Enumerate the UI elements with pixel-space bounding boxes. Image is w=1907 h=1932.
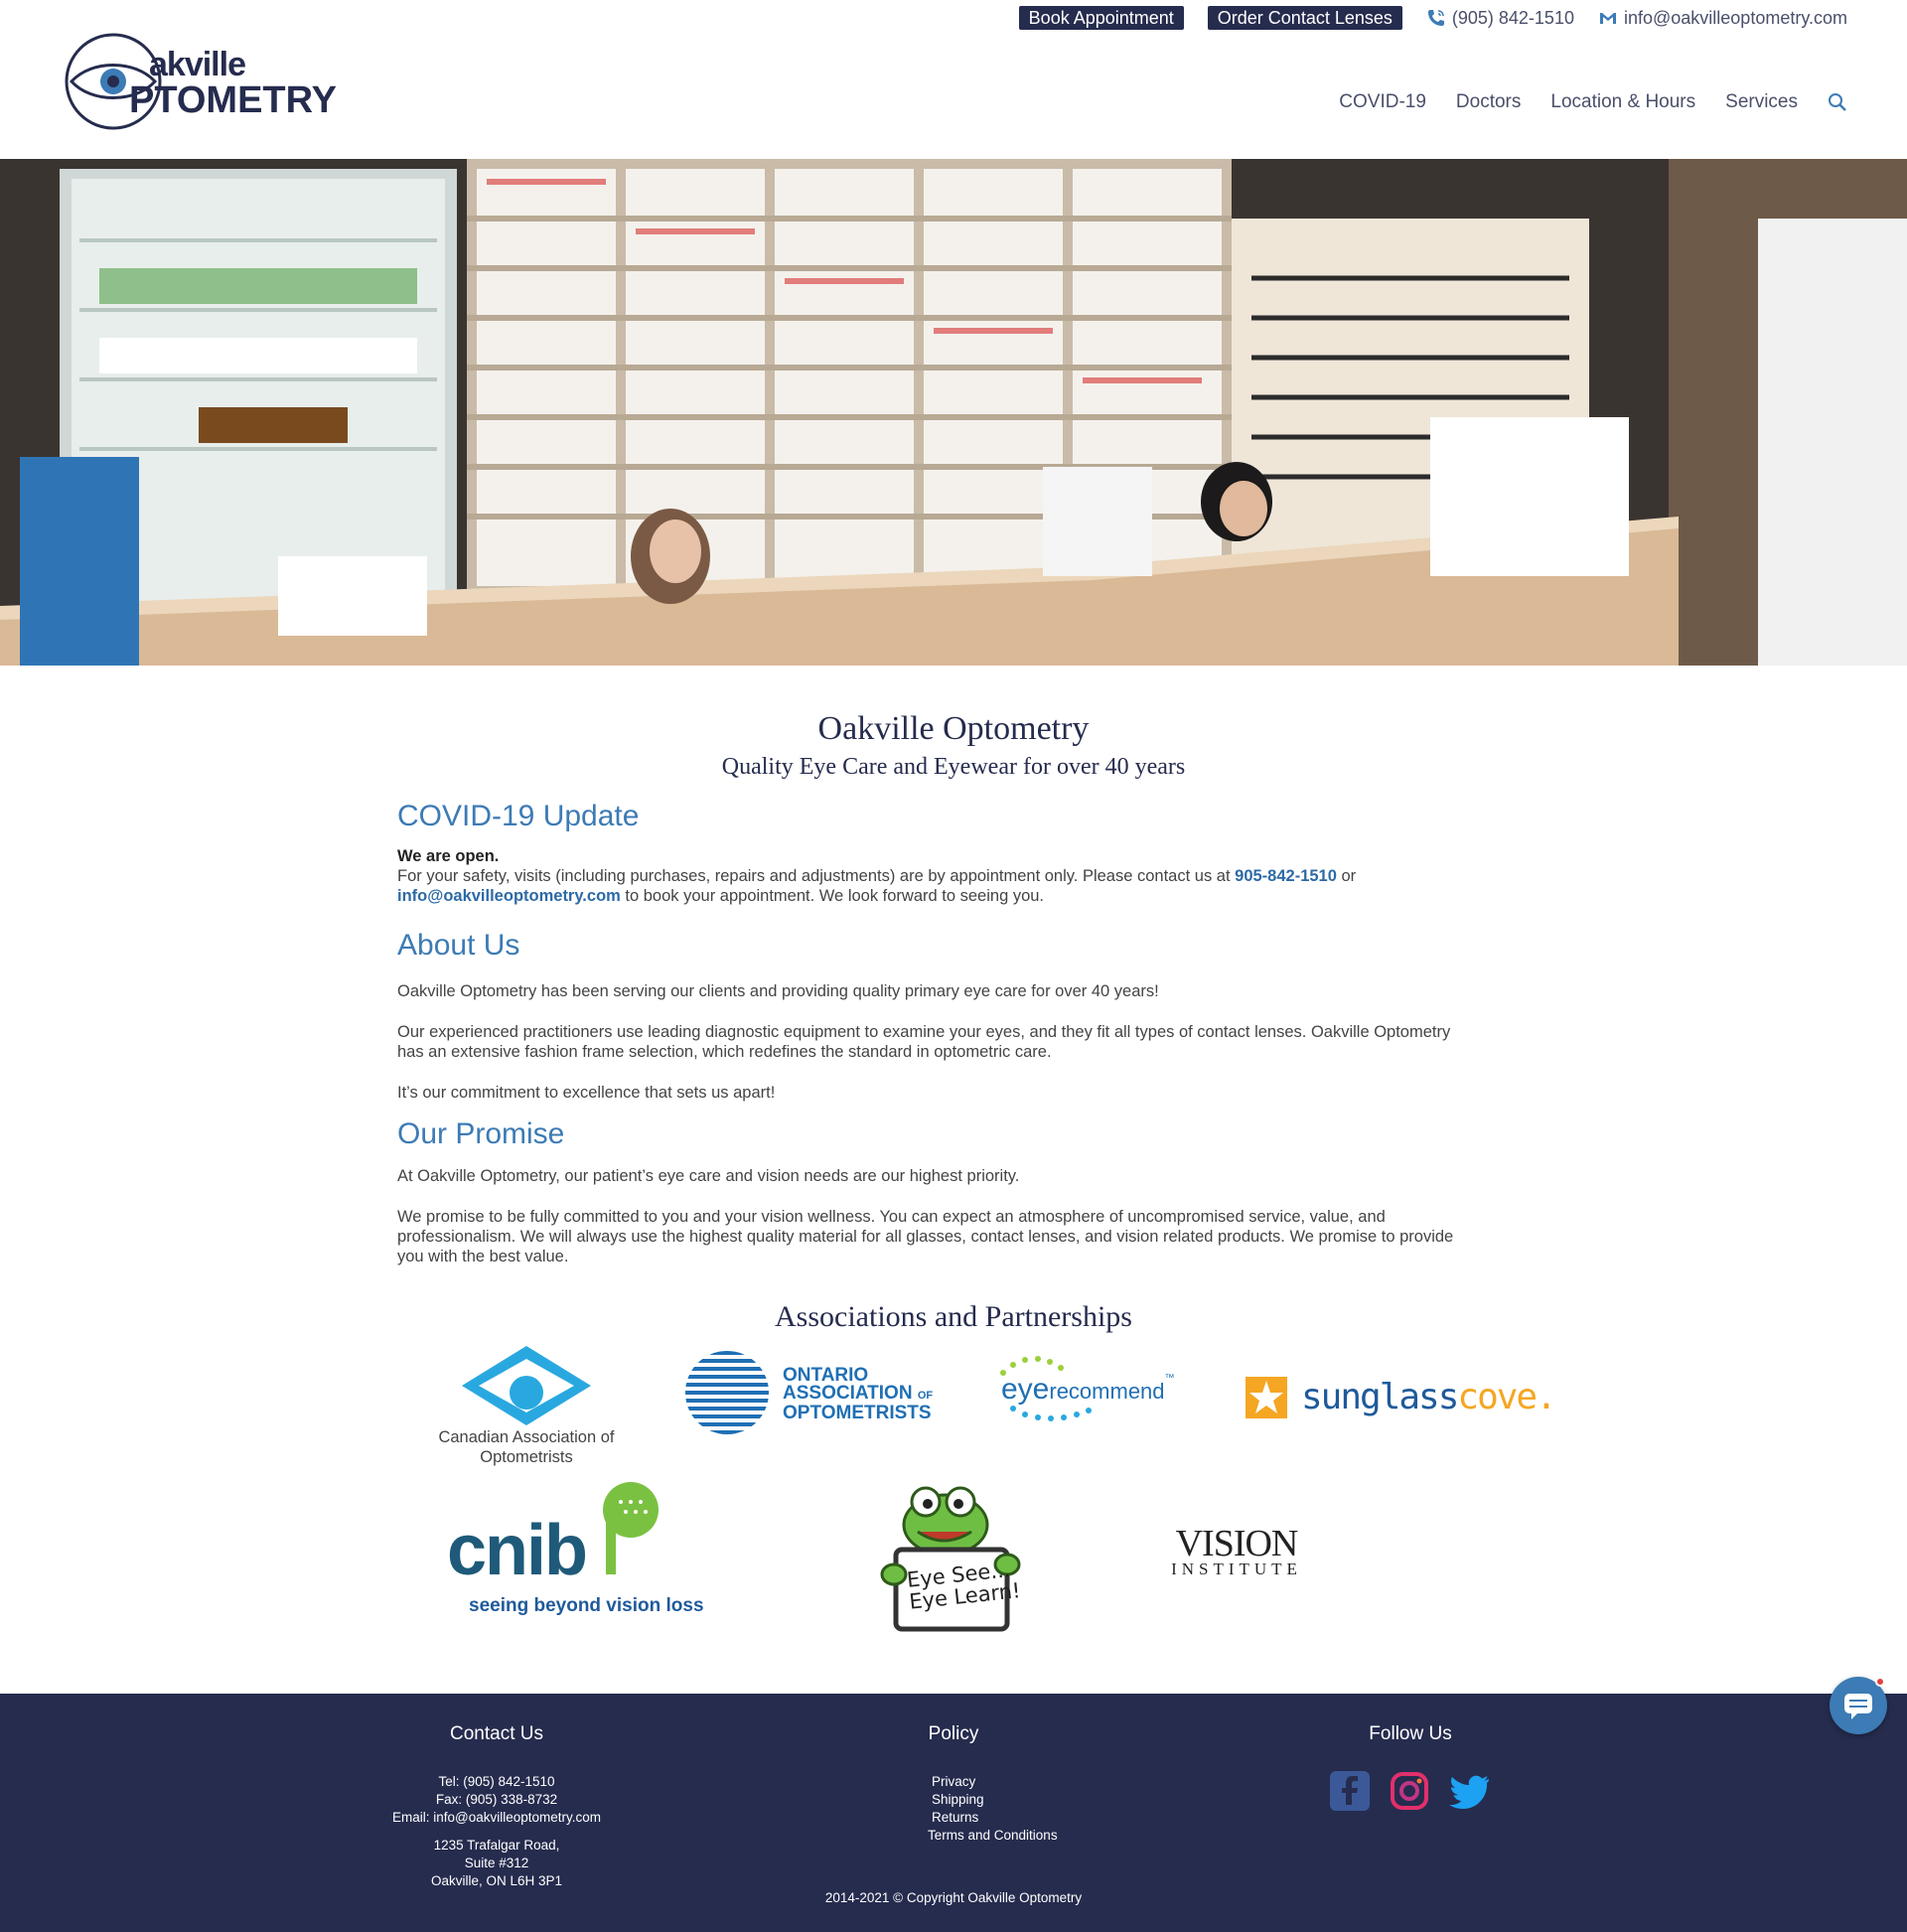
eye-logo-icon (462, 1346, 591, 1425)
star-icon (1246, 1377, 1287, 1418)
institute-text: INSTITUTE (1171, 1560, 1302, 1578)
footer-policy-heading: Policy (928, 1723, 979, 1744)
logo-wordmark: akville PTOMETRY (129, 48, 337, 119)
page-title: Oakville Optometry (817, 710, 1090, 747)
logo-line2: PTOMETRY (129, 79, 338, 121)
vision-institute-logo[interactable]: VISION INSTITUTE (1152, 1523, 1321, 1585)
footer-addr3: Oakville, ON L6H 3P1 (430, 1873, 563, 1888)
promise-p1: At Oakville Optometry, our patient’s eye… (397, 1167, 1020, 1185)
associations-heading: Associations and Partnerships (775, 1300, 1132, 1333)
eyerecommend-tm: ™ (1164, 1373, 1175, 1384)
footer-tel[interactable]: Tel: (905) 842-1510 (377, 1773, 616, 1791)
oao-line3: OPTOMETRISTS (783, 1403, 932, 1423)
nav-item-location-hours[interactable]: Location & Hours (1550, 91, 1695, 113)
cao-line1: Canadian Association of (438, 1428, 615, 1446)
covid-text-b: or (1336, 867, 1357, 885)
copyright-text: 2014-2021 © Copyright Oakville Optometry (824, 1890, 1083, 1905)
footer-email[interactable]: Email: info@oakvilleoptometry.com (377, 1809, 616, 1827)
covid-text: We are open. For your safety, visits (in… (397, 846, 1470, 906)
eye-logo-icon: akville PTOMETRY (64, 32, 337, 131)
covid-heading: COVID-19 Update (397, 800, 640, 832)
covid-text-a: For your safety, visits (including purch… (397, 867, 1236, 885)
cnib-logo[interactable]: cnib seeing beyond vision loss (447, 1480, 705, 1629)
cao-logo[interactable]: Canadian Association of Optometrists (427, 1341, 626, 1467)
covid-text-c: to book your appointment. We look forwar… (620, 887, 1045, 905)
eyerecommend-eye: eye (1001, 1373, 1050, 1406)
search-icon[interactable] (1828, 92, 1847, 112)
mail-icon (1599, 13, 1616, 24)
email-text: info@oakvilleoptometry.com (1623, 7, 1847, 28)
footer-addr1: 1235 Trafalgar Road, (433, 1838, 560, 1853)
footer-policy: Policy Privacy Shipping Returns Terms an… (874, 1723, 1058, 1845)
policy-link-returns[interactable]: Returns (932, 1809, 1033, 1827)
footer-follow: Follow Us (1311, 1723, 1510, 1811)
partner-logos-row-2: cnib seeing beyond vision loss Eye See..… (0, 1480, 1907, 1649)
cao-line2: Optometrists (480, 1448, 573, 1466)
covid-phone-link[interactable]: 905-842-1510 (1235, 867, 1337, 885)
footer-contact-heading: Contact Us (450, 1723, 543, 1744)
promise-p2: We promise to be fully committed to you … (397, 1208, 1454, 1265)
content-column: COVID-19 Update We are open. For your sa… (397, 799, 1470, 1266)
about-p1: Oakville Optometry has been serving our … (397, 982, 1159, 1000)
chat-widget-button[interactable] (1830, 1677, 1887, 1734)
about-p2: Our experienced practitioners use leadin… (397, 1023, 1451, 1061)
policy-link-privacy[interactable]: Privacy (932, 1773, 1033, 1791)
promise-heading: Our Promise (397, 1117, 565, 1150)
nav-item-services[interactable]: Services (1725, 91, 1798, 113)
phone-icon (1427, 10, 1444, 26)
utility-bar: Book Appointment Order Contact Lenses (9… (1018, 6, 1847, 30)
main-nav: COVID-19 Doctors Location & Hours Servic… (1339, 91, 1847, 113)
footer-contact: Contact Us Tel: (905) 842-1510 Fax: (905… (377, 1723, 616, 1890)
partner-logos-row-1: Canadian Association of Optometrists ONT… (0, 1341, 1907, 1470)
vision-text: VISION (1175, 1523, 1299, 1564)
sunglass-cove-logo[interactable]: sunglasscove. (1244, 1375, 1557, 1424)
nav-item-doctors[interactable]: Doctors (1456, 91, 1521, 113)
site-header: Book Appointment Order Contact Lenses (9… (0, 0, 1907, 159)
twitter-icon[interactable] (1449, 1771, 1491, 1811)
policy-link-terms[interactable]: Terms and Conditions (928, 1827, 1058, 1845)
footer-addr2: Suite #312 (464, 1856, 529, 1870)
chat-notification-dot (1875, 1677, 1885, 1687)
oao-logo[interactable]: ONTARIO ASSOCIATION OF OPTOMETRISTS (683, 1349, 942, 1448)
eyerecommend-logo[interactable]: eyerecommend™ (983, 1351, 1212, 1430)
about-heading: About Us (397, 929, 520, 962)
phone-link[interactable]: (905) 842-1510 (1426, 8, 1574, 29)
cnib-tagline: seeing beyond vision loss (469, 1595, 704, 1616)
footer-fax: Fax: (905) 338-8732 (435, 1792, 558, 1807)
main-content: Oakville Optometry Quality Eye Care and … (0, 666, 1907, 1632)
oao-of: OF (917, 1390, 934, 1402)
site-footer: Contact Us Tel: (905) 842-1510 Fax: (905… (0, 1694, 1907, 1932)
eye-see-eye-learn-logo[interactable]: Eye See... Eye Learn! (876, 1480, 1035, 1639)
oao-line2: ASSOCIATION (783, 1383, 913, 1404)
policy-link-shipping[interactable]: Shipping (932, 1791, 1033, 1809)
cnib-wordmark: cnib (447, 1511, 588, 1590)
nav-item-covid[interactable]: COVID-19 (1339, 91, 1426, 113)
tree-icon (603, 1482, 659, 1574)
eyerecommend-recommend: recommend (1049, 1379, 1165, 1404)
email-link[interactable]: info@oakvilleoptometry.com (1598, 8, 1847, 29)
footer-follow-heading: Follow Us (1369, 1723, 1452, 1744)
hero-office-photo (0, 159, 1907, 666)
sunglass-text: sunglass (1301, 1377, 1459, 1417)
logo-line1: akville (149, 46, 246, 83)
page-subtitle: Quality Eye Care and Eyewear for over 40… (721, 754, 1186, 780)
facebook-icon[interactable] (1330, 1771, 1370, 1811)
phone-text: (905) 842-1510 (1451, 7, 1574, 28)
about-p3: It’s our commitment to excellence that s… (397, 1084, 776, 1102)
order-contact-lenses-button[interactable]: Order Contact Lenses (1207, 6, 1402, 30)
oao-globe-icon (685, 1351, 769, 1434)
covid-open: We are open. (397, 847, 500, 865)
instagram-icon[interactable] (1390, 1771, 1429, 1811)
cove-text: cove. (1457, 1377, 1556, 1417)
site-logo[interactable]: akville PTOMETRY (64, 32, 337, 131)
covid-email-link[interactable]: info@oakvilleoptometry.com (397, 887, 621, 905)
book-appointment-button[interactable]: Book Appointment (1018, 6, 1184, 30)
